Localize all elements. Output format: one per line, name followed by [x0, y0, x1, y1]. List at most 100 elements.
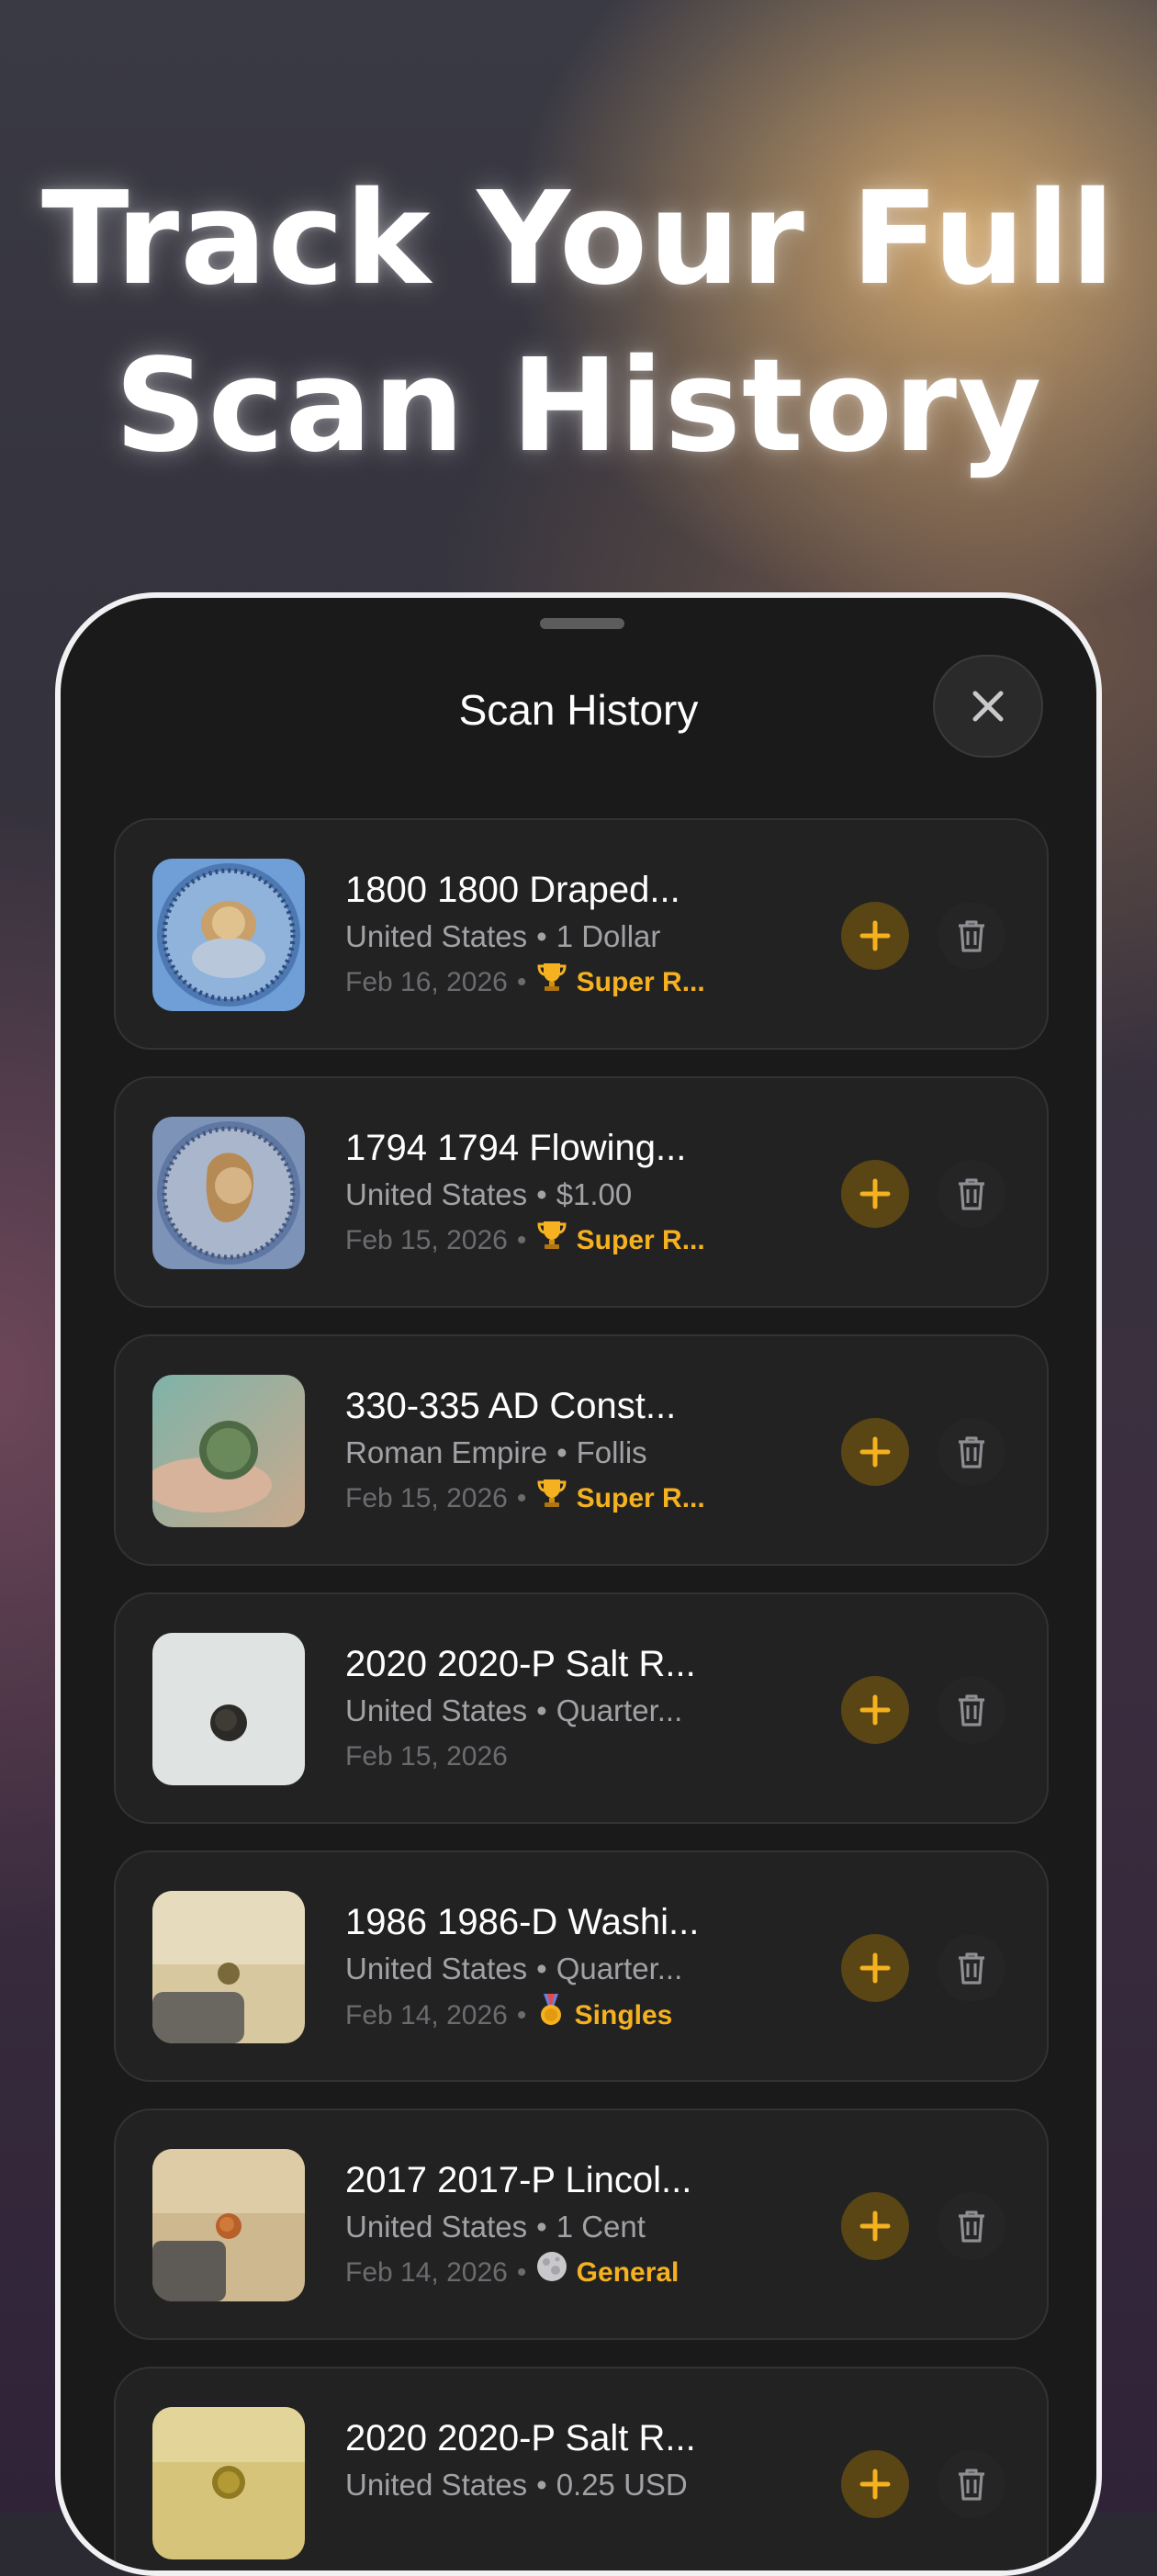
item-name: 1794 1794 Flowing...	[345, 1128, 687, 1168]
delete-button[interactable]	[938, 2450, 1005, 2518]
delete-button[interactable]	[938, 1418, 1005, 1486]
plus-icon	[859, 920, 891, 951]
coin-thumbnail	[152, 1117, 305, 1269]
item-rarity-tag: Super R...	[576, 1225, 705, 1255]
item-meta: Feb 15, 2026 • Super R...	[345, 1476, 768, 1524]
item-date: Feb 15, 2026	[345, 1483, 508, 1513]
add-to-collection-button[interactable]	[841, 1160, 909, 1228]
item-country: United States	[345, 1177, 528, 1211]
moon-icon	[535, 2250, 568, 2298]
item-date: Feb 16, 2026	[345, 967, 508, 997]
item-country: United States	[345, 1952, 528, 1985]
scan-item[interactable]: 1800 1800 Draped... United States • 1 Doll…	[114, 818, 1049, 1050]
item-subtitle: United States • Quarter...	[345, 1946, 768, 1992]
scan-item[interactable]: 1794 1794 Flowing... United States • $1.00…	[114, 1076, 1049, 1308]
trash-icon	[959, 1952, 984, 1985]
headline: Track Your Full Scan History	[0, 156, 1157, 490]
item-country: United States	[345, 2468, 528, 2502]
separator: •	[536, 919, 547, 953]
separator: •	[516, 1483, 527, 1513]
close-icon	[972, 691, 1004, 722]
add-to-collection-button[interactable]	[841, 1418, 909, 1486]
item-rarity-tag: Singles	[574, 1999, 673, 2030]
plus-icon	[859, 1436, 891, 1468]
separator: •	[536, 2210, 547, 2244]
scan-item[interactable]: 1986 1986-D Washi... United States • Quart…	[114, 1850, 1049, 2082]
coin-thumbnail	[152, 1375, 305, 1527]
item-name: 1800 1800 Draped...	[345, 870, 680, 910]
trash-icon	[959, 920, 984, 952]
coin-thumbnail	[152, 1633, 305, 1785]
coin-thumbnail	[152, 1891, 305, 2043]
item-subtitle: Roman Empire • Follis	[345, 1430, 768, 1476]
item-country: Roman Empire	[345, 1435, 548, 1469]
item-name: 2017 2017-P Lincol...	[345, 2160, 692, 2200]
item-date: Feb 15, 2026	[345, 1741, 508, 1772]
delete-button[interactable]	[938, 2192, 1005, 2260]
item-denomination: Follis	[576, 1435, 647, 1469]
scan-item[interactable]: 2020 2020-P Salt R... United States • Quar…	[114, 1592, 1049, 1824]
item-denomination: 0.25 USD	[556, 2468, 688, 2502]
add-to-collection-button[interactable]	[841, 2192, 909, 2260]
delete-button[interactable]	[938, 1676, 1005, 1744]
item-subtitle: United States • 1 Dollar	[345, 914, 768, 960]
trash-icon	[959, 1694, 984, 1727]
item-meta: Feb 15, 2026	[345, 1734, 768, 1780]
add-to-collection-button[interactable]	[841, 902, 909, 970]
plus-icon	[859, 1694, 891, 1726]
trash-icon	[959, 1436, 984, 1468]
trophy-icon	[535, 1476, 568, 1524]
item-meta: Feb 16, 2026 • Super R...	[345, 960, 768, 1007]
separator: •	[536, 1693, 547, 1727]
add-to-collection-button[interactable]	[841, 1676, 909, 1744]
item-date: Feb 14, 2026	[345, 2257, 508, 2288]
item-rarity-tag: Super R...	[576, 1483, 705, 1513]
item-denomination: Quarter...	[556, 1693, 683, 1727]
item-rarity-tag: Super R...	[576, 967, 705, 997]
trophy-icon	[535, 960, 568, 1007]
delete-button[interactable]	[938, 1160, 1005, 1228]
plus-icon	[859, 2210, 891, 2242]
trash-icon	[959, 1178, 984, 1210]
plus-icon	[859, 1178, 891, 1209]
close-button[interactable]	[933, 655, 1043, 758]
item-country: United States	[345, 919, 528, 953]
separator: •	[556, 1435, 567, 1469]
medal-icon	[535, 1992, 567, 2042]
item-country: United States	[345, 2210, 528, 2244]
separator: •	[536, 2468, 547, 2502]
separator: •	[516, 967, 527, 997]
item-denomination: Quarter...	[556, 1952, 683, 1985]
scan-item[interactable]: 2017 2017-P Lincol... United States • 1 Ce…	[114, 2109, 1049, 2340]
delete-button[interactable]	[938, 902, 1005, 970]
plus-icon	[859, 1952, 891, 1984]
item-rarity-tag: General	[576, 2257, 680, 2288]
separator: •	[516, 1225, 527, 1255]
item-name: 2020 2020-P Salt R...	[345, 2418, 696, 2458]
add-to-collection-button[interactable]	[841, 2450, 909, 2518]
scan-item[interactable]: 2020 2020-P Salt R... United States • 0.25…	[114, 2367, 1049, 2570]
scan-history-list: 1800 1800 Draped... United States • 1 Doll…	[114, 818, 1049, 2570]
item-denomination: $1.00	[556, 1177, 633, 1211]
item-country: United States	[345, 1693, 528, 1727]
item-date: Feb 14, 2026	[345, 1999, 508, 2030]
trash-icon	[959, 2210, 984, 2243]
add-to-collection-button[interactable]	[841, 1934, 909, 2002]
separator: •	[536, 1177, 547, 1211]
trophy-icon	[535, 1218, 568, 1266]
plus-icon	[859, 2469, 891, 2500]
trash-icon	[959, 2469, 984, 2501]
separator: •	[516, 2257, 527, 2288]
item-name: 1986 1986-D Washi...	[345, 1902, 700, 1942]
item-subtitle: United States • $1.00	[345, 1172, 768, 1218]
delete-button[interactable]	[938, 1934, 1005, 2002]
item-meta: Feb 14, 2026 • General	[345, 2250, 768, 2298]
separator: •	[536, 1952, 547, 1985]
item-denomination: 1 Cent	[556, 2210, 646, 2244]
sheet-grabber[interactable]	[540, 618, 624, 629]
coin-thumbnail	[152, 2149, 305, 2301]
item-date: Feb 15, 2026	[345, 1225, 508, 1255]
separator: •	[516, 1999, 527, 2030]
scan-item[interactable]: 330-335 AD Const... Roman Empire • Follis …	[114, 1334, 1049, 1566]
item-meta: Feb 15, 2026 • Super R...	[345, 1218, 768, 1266]
